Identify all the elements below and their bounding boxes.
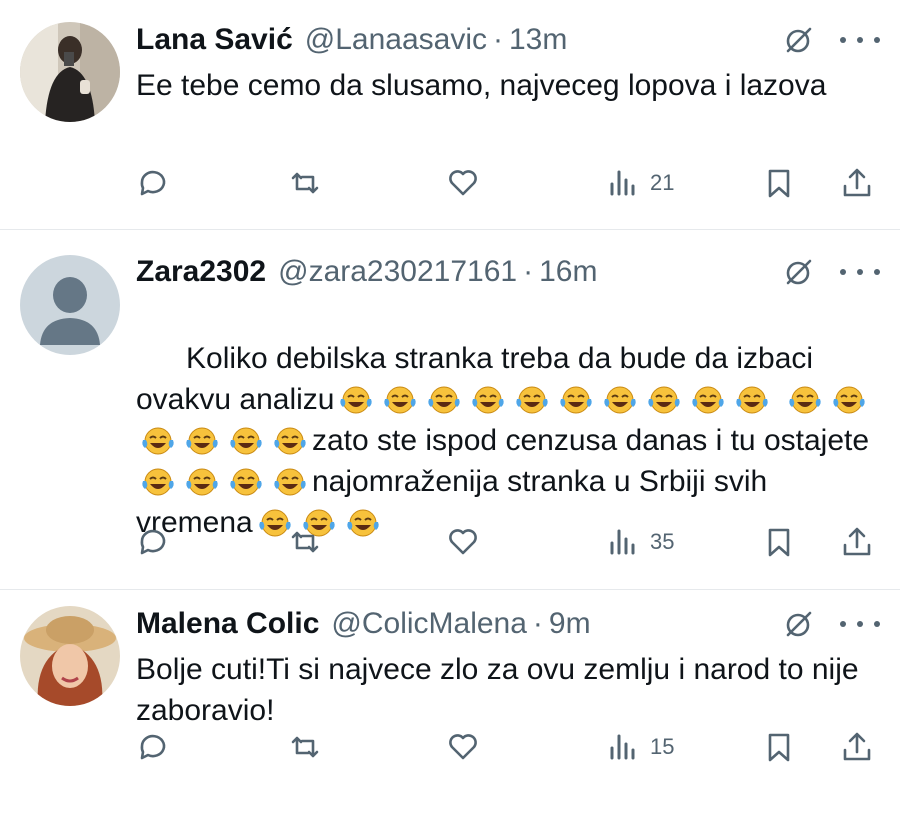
share-icon	[843, 168, 871, 197]
face-with-tears-of-joy-icon	[471, 385, 505, 415]
share-button[interactable]	[840, 727, 874, 767]
face-with-tears-of-joy-icon	[832, 385, 866, 415]
like-button[interactable]	[446, 522, 480, 562]
tweet[interactable]: Lana Savić @Lanaasavic · 13m Ee tebe cem…	[0, 0, 900, 230]
author-handle[interactable]: @zara230217161	[278, 255, 517, 289]
retweet-icon	[291, 531, 319, 553]
face-with-tears-of-joy-icon	[273, 426, 307, 456]
bookmark-button[interactable]	[762, 522, 796, 562]
more-icon[interactable]	[840, 35, 880, 45]
face-with-tears-of-joy-icon	[141, 426, 175, 456]
grok-icon[interactable]	[784, 609, 814, 639]
reply-icon	[140, 170, 166, 196]
like-button[interactable]	[446, 163, 480, 203]
share-button[interactable]	[840, 522, 874, 562]
face-with-tears-of-joy-icon	[427, 385, 461, 415]
bookmark-button[interactable]	[762, 163, 796, 203]
reply-icon	[140, 734, 166, 760]
author-name[interactable]: Zara2302	[136, 255, 266, 289]
default-avatar-icon	[20, 255, 120, 355]
views-icon	[610, 170, 635, 196]
retweet-icon	[291, 736, 319, 758]
tweet-text-part: zato ste ispod cenzusa danas i tu ostaje…	[312, 424, 870, 457]
separator: ·	[493, 23, 503, 56]
tweet[interactable]: Zara2302 @zara230217161 · 16m Koliko deb…	[0, 230, 900, 590]
like-icon	[449, 170, 477, 196]
share-icon	[843, 527, 871, 556]
author-name[interactable]: Lana Savić	[136, 23, 293, 57]
reply-button[interactable]	[136, 727, 170, 767]
bookmark-icon	[768, 733, 790, 762]
emoji-run	[334, 383, 774, 416]
like-icon	[449, 734, 477, 760]
views-count: 15	[650, 734, 675, 759]
face-with-tears-of-joy-icon	[339, 385, 373, 415]
profile-photo-icon	[20, 606, 120, 706]
like-icon	[449, 529, 477, 555]
views-count: 35	[650, 529, 675, 554]
reply-icon	[140, 529, 166, 555]
action-bar: 15	[136, 727, 880, 767]
views-button[interactable]: 21	[606, 163, 674, 203]
face-with-tears-of-joy-icon	[185, 467, 219, 497]
profile-photo-icon	[20, 22, 120, 122]
reply-button[interactable]	[136, 522, 170, 562]
avatar[interactable]	[20, 606, 120, 706]
face-with-tears-of-joy-icon	[229, 467, 263, 497]
face-with-tears-of-joy-icon	[647, 385, 681, 415]
reply-button[interactable]	[136, 163, 170, 203]
bookmark-icon	[768, 528, 790, 557]
grok-icon[interactable]	[784, 25, 814, 55]
retweet-button[interactable]	[288, 727, 322, 767]
more-icon[interactable]	[840, 619, 880, 629]
bookmark-icon	[768, 169, 790, 198]
face-with-tears-of-joy-icon	[559, 385, 593, 415]
separator: ·	[532, 607, 543, 640]
face-with-tears-of-joy-icon	[691, 385, 725, 415]
more-icon[interactable]	[840, 267, 880, 277]
share-icon	[843, 732, 871, 761]
author-handle[interactable]: @ColicMalena	[331, 607, 527, 641]
face-with-tears-of-joy-icon	[229, 426, 263, 456]
separator: ·	[523, 255, 534, 288]
avatar[interactable]	[20, 22, 120, 122]
retweet-button[interactable]	[288, 163, 322, 203]
face-with-tears-of-joy-icon	[141, 467, 175, 497]
retweet-icon	[291, 172, 319, 194]
face-with-tears-of-joy-icon	[515, 385, 549, 415]
emoji-run	[136, 465, 312, 498]
tweet-text: Ee tebe cemo da slusamo, najveceg lopova…	[136, 69, 827, 102]
face-with-tears-of-joy-icon	[603, 385, 637, 415]
tweet-text: Bolje cuti!Ti si najvece zlo za ovu zeml…	[136, 653, 867, 727]
views-button[interactable]: 35	[606, 522, 674, 562]
face-with-tears-of-joy-icon	[788, 385, 822, 415]
share-button[interactable]	[840, 163, 874, 203]
grok-icon[interactable]	[784, 257, 814, 287]
views-icon	[610, 734, 635, 760]
views-button[interactable]: 15	[606, 727, 674, 767]
like-button[interactable]	[446, 727, 480, 767]
author-name[interactable]: Malena Colic	[136, 607, 319, 641]
retweet-button[interactable]	[288, 522, 322, 562]
timestamp[interactable]: 13m	[509, 23, 567, 57]
tweet[interactable]: Malena Colic @ColicMalena · 9m Bolje cut…	[0, 590, 900, 827]
views-count: 21	[650, 170, 675, 195]
bookmark-button[interactable]	[762, 727, 796, 767]
action-bar: 35	[136, 522, 880, 562]
face-with-tears-of-joy-icon	[735, 385, 769, 415]
avatar[interactable]	[20, 255, 120, 355]
face-with-tears-of-joy-icon	[185, 426, 219, 456]
action-bar: 21	[136, 163, 880, 203]
timestamp[interactable]: 9m	[549, 607, 591, 641]
timestamp[interactable]: 16m	[539, 255, 597, 289]
views-icon	[610, 529, 635, 555]
author-handle[interactable]: @Lanaasavic	[305, 23, 487, 57]
face-with-tears-of-joy-icon	[383, 385, 417, 415]
face-with-tears-of-joy-icon	[273, 467, 307, 497]
